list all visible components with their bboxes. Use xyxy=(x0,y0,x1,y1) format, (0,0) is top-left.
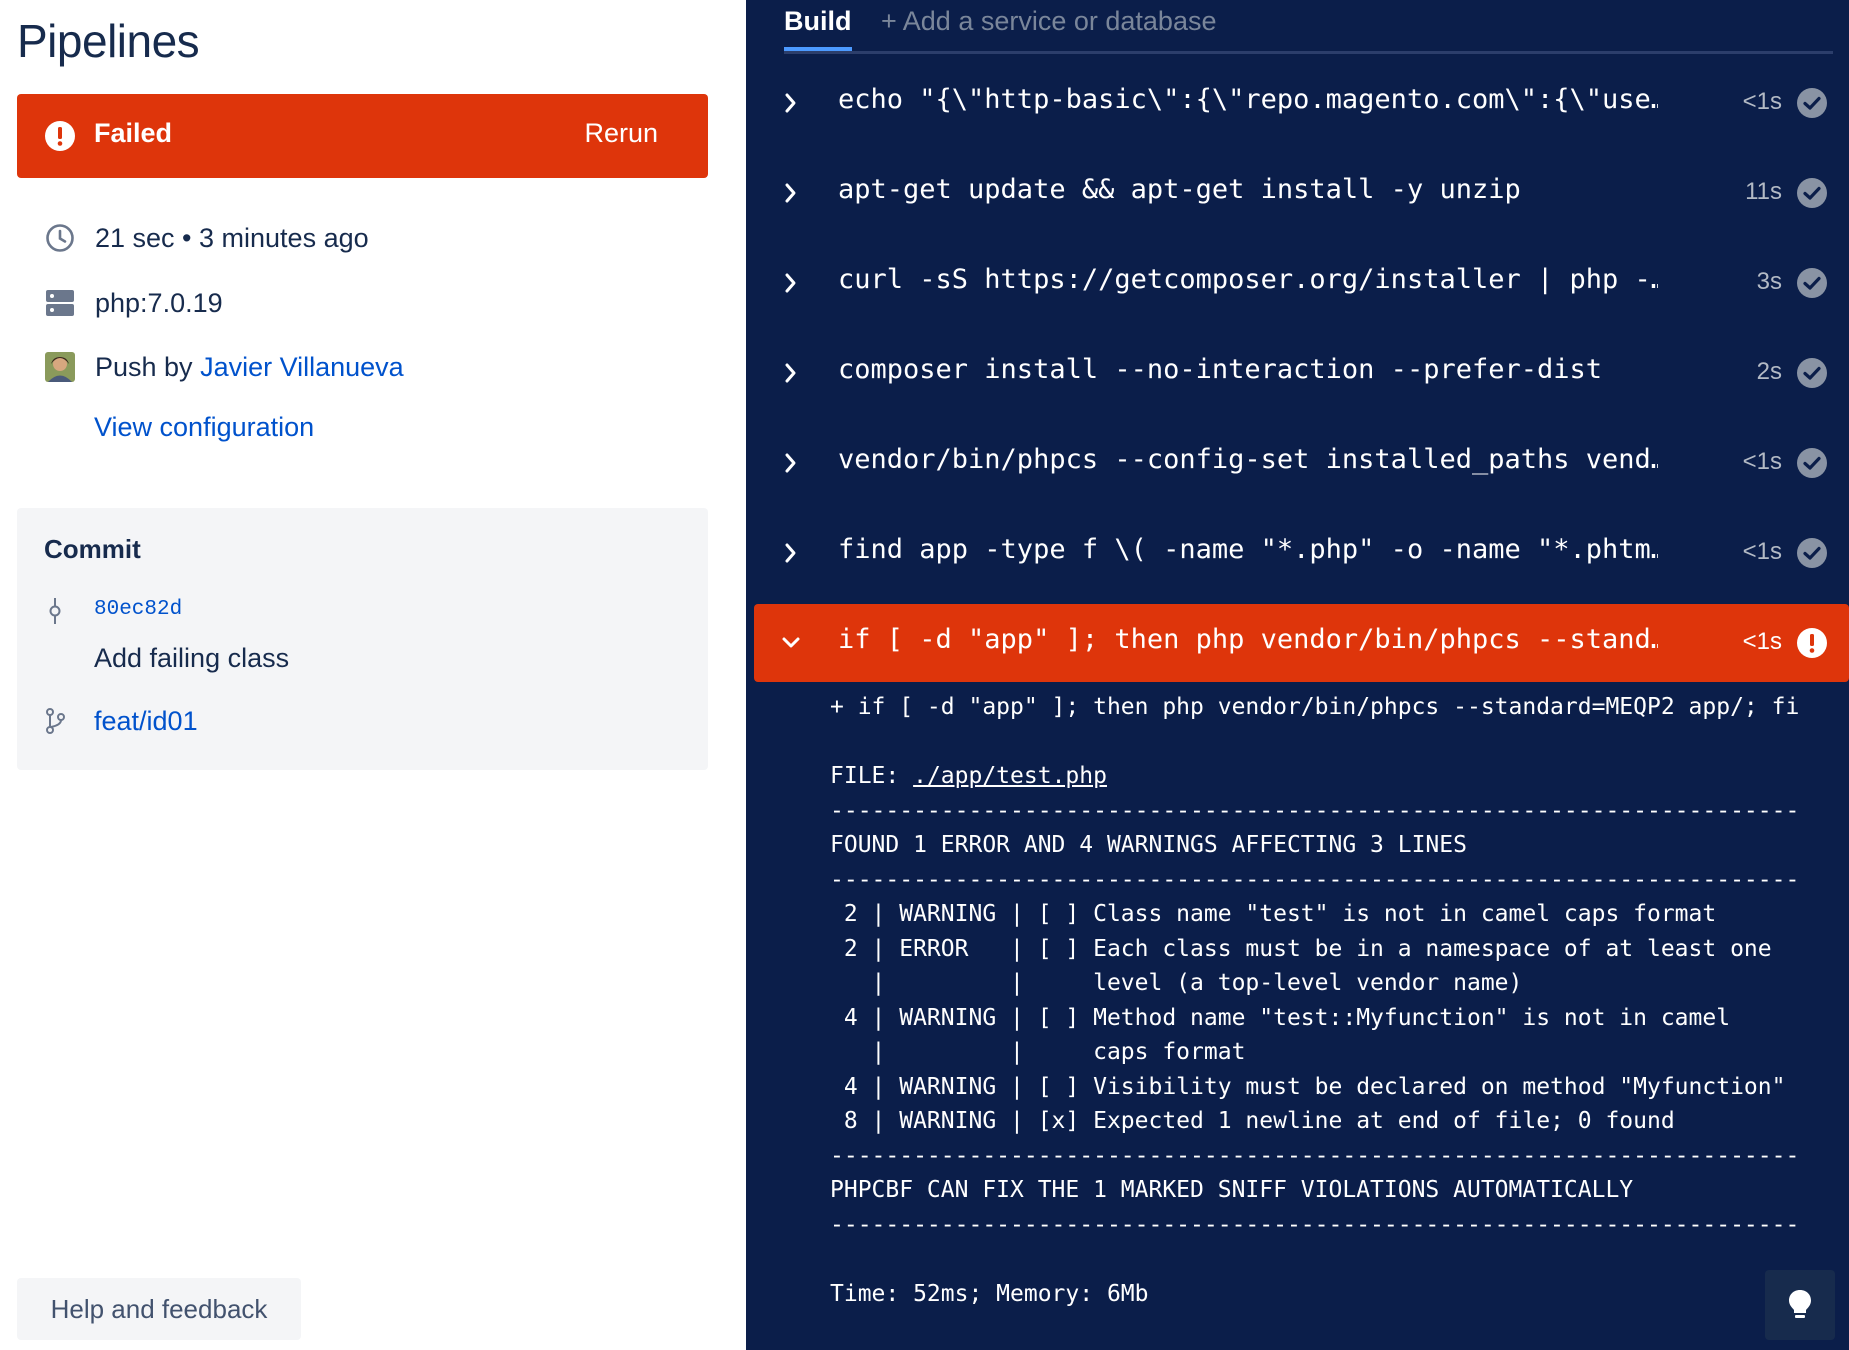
chevron-right-icon[interactable] xyxy=(780,268,802,298)
chevron-right-icon[interactable] xyxy=(780,448,802,478)
pipeline-step[interactable]: vendor/bin/phpcs --config-set installed_… xyxy=(754,424,1849,502)
check-circle-icon xyxy=(1797,268,1827,298)
chevron-right-icon[interactable] xyxy=(780,88,802,118)
chevron-right-icon[interactable] xyxy=(780,358,802,388)
tips-button[interactable] xyxy=(1765,1270,1835,1340)
status-banner: Failed Rerun xyxy=(17,94,708,178)
chevron-right-icon[interactable] xyxy=(780,178,802,208)
log-line: | | level (a top-level vendor name) xyxy=(830,970,1523,996)
step-command: apt-get update && apt-get install -y unz… xyxy=(838,174,1521,205)
log-line: ----------------------------------------… xyxy=(830,866,1800,893)
step-duration: <1s xyxy=(1742,88,1782,115)
rerun-button[interactable]: Rerun xyxy=(584,118,658,149)
author-link[interactable]: Javier Villanueva xyxy=(200,352,404,383)
pipeline-step[interactable]: apt-get update && apt-get install -y unz… xyxy=(754,154,1849,232)
pipeline-step[interactable]: if [ -d "app" ]; then php vendor/bin/php… xyxy=(754,604,1849,682)
log-line: PHPCBF CAN FIX THE 1 MARKED SNIFF VIOLAT… xyxy=(830,1177,1634,1203)
check-circle-icon xyxy=(1797,88,1827,118)
log-line: ----------------------------------------… xyxy=(830,1211,1800,1238)
step-duration: 3s xyxy=(1756,268,1782,295)
commit-message: Add failing class xyxy=(94,643,290,673)
branch-icon xyxy=(46,708,65,734)
log-file-line: FILE: ./app/test.php xyxy=(830,759,1830,794)
help-and-feedback-button[interactable]: Help and feedback xyxy=(17,1278,301,1340)
pipeline-step[interactable]: composer install --no-interaction --pref… xyxy=(754,334,1849,412)
pipeline-step[interactable]: find app -type f \( -name "*.php" -o -na… xyxy=(754,514,1849,592)
duration-text: 21 sec • 3 minutes ago xyxy=(95,222,369,253)
step-duration: <1s xyxy=(1742,628,1782,655)
pipeline-step[interactable]: curl -sS https://getcomposer.org/install… xyxy=(754,244,1849,322)
tab-bar: Build + Add a service or database xyxy=(784,0,1833,54)
log-line: 4 | WARNING | [ ] Visibility must be dec… xyxy=(830,1073,1786,1100)
log-line: Time: 52ms; Memory: 6Mb xyxy=(830,1280,1149,1307)
log-line: 4 | WARNING | [ ] Method name "test::Myf… xyxy=(830,1004,1731,1031)
step-command: echo "{\"http-basic\":{\"repo.magento.co… xyxy=(838,84,1658,115)
check-circle-icon xyxy=(1797,538,1827,568)
chevron-down-icon[interactable] xyxy=(780,628,802,658)
log-file-link[interactable]: ./app/test.php xyxy=(913,763,1107,789)
trigger-row: Push by Javier Villanueva xyxy=(44,347,404,387)
step-command: if [ -d "app" ]; then php vendor/bin/php… xyxy=(838,624,1658,655)
build-log-panel: Build + Add a service or database echo "… xyxy=(746,0,1849,1350)
step-duration: <1s xyxy=(1742,538,1782,565)
log-file-prefix: FILE: xyxy=(830,763,914,789)
step-command: curl -sS https://getcomposer.org/install… xyxy=(838,264,1658,295)
step-command: composer install --no-interaction --pref… xyxy=(838,354,1603,385)
step-command: vendor/bin/phpcs --config-set installed_… xyxy=(838,444,1658,475)
image-row: php:7.0.19 xyxy=(44,283,223,323)
lightbulb-icon xyxy=(1789,1290,1811,1318)
log-line: 8 | WARNING | [x] Expected 1 newline at … xyxy=(830,1108,1675,1134)
log-line: FOUND 1 ERROR AND 4 WARNINGS AFFECTING 3… xyxy=(830,832,1467,858)
step-command: find app -type f \( -name "*.php" -o -na… xyxy=(838,534,1658,565)
log-line: + if [ -d "app" ]; then php vendor/bin/p… xyxy=(830,694,1800,720)
branch-link[interactable]: feat/id01 xyxy=(94,706,198,737)
chevron-right-icon[interactable] xyxy=(780,538,802,568)
status-label: Failed xyxy=(94,118,173,148)
check-circle-icon xyxy=(1797,448,1827,478)
avatar[interactable] xyxy=(44,351,76,383)
server-icon xyxy=(44,287,76,319)
log-line: ----------------------------------------… xyxy=(830,797,1800,824)
step-duration: 11s xyxy=(1745,178,1782,205)
commit-icon xyxy=(49,598,61,624)
log-line: 2 | ERROR | [ ] Each class must be in a … xyxy=(830,935,1772,962)
commit-card: Commit 80ec82d Add failing class feat/id… xyxy=(17,508,708,770)
clock-icon xyxy=(44,222,76,254)
step-duration: <1s xyxy=(1742,448,1782,475)
tab-build[interactable]: Build xyxy=(784,6,852,51)
log-line: ----------------------------------------… xyxy=(830,1142,1800,1169)
step-log-output: + if [ -d "app" ]; then php vendor/bin/p… xyxy=(830,690,1830,1311)
log-line: 2 | WARNING | [ ] Class name "test" is n… xyxy=(830,901,1717,927)
pipeline-step[interactable]: echo "{\"http-basic\":{\"repo.magento.co… xyxy=(754,64,1849,142)
error-icon xyxy=(45,121,75,151)
log-line: | | caps format xyxy=(830,1039,1246,1065)
error-icon xyxy=(1797,628,1827,658)
commit-title: Commit xyxy=(44,534,141,564)
trigger-prefix: Push by xyxy=(95,351,201,382)
check-circle-icon xyxy=(1797,178,1827,208)
add-service-link[interactable]: + Add a service or database xyxy=(881,6,1216,37)
duration-row: 21 sec • 3 minutes ago xyxy=(44,218,369,258)
page-title: Pipelines xyxy=(17,15,200,67)
step-duration: 2s xyxy=(1756,358,1782,385)
view-configuration-link[interactable]: View configuration xyxy=(94,412,314,443)
image-text: php:7.0.19 xyxy=(95,287,223,318)
check-circle-icon xyxy=(1797,358,1827,388)
pipeline-summary-panel: Pipelines Failed Rerun 21 sec • 3 minute… xyxy=(0,0,746,1350)
commit-hash-link[interactable]: 80ec82d xyxy=(94,598,182,621)
